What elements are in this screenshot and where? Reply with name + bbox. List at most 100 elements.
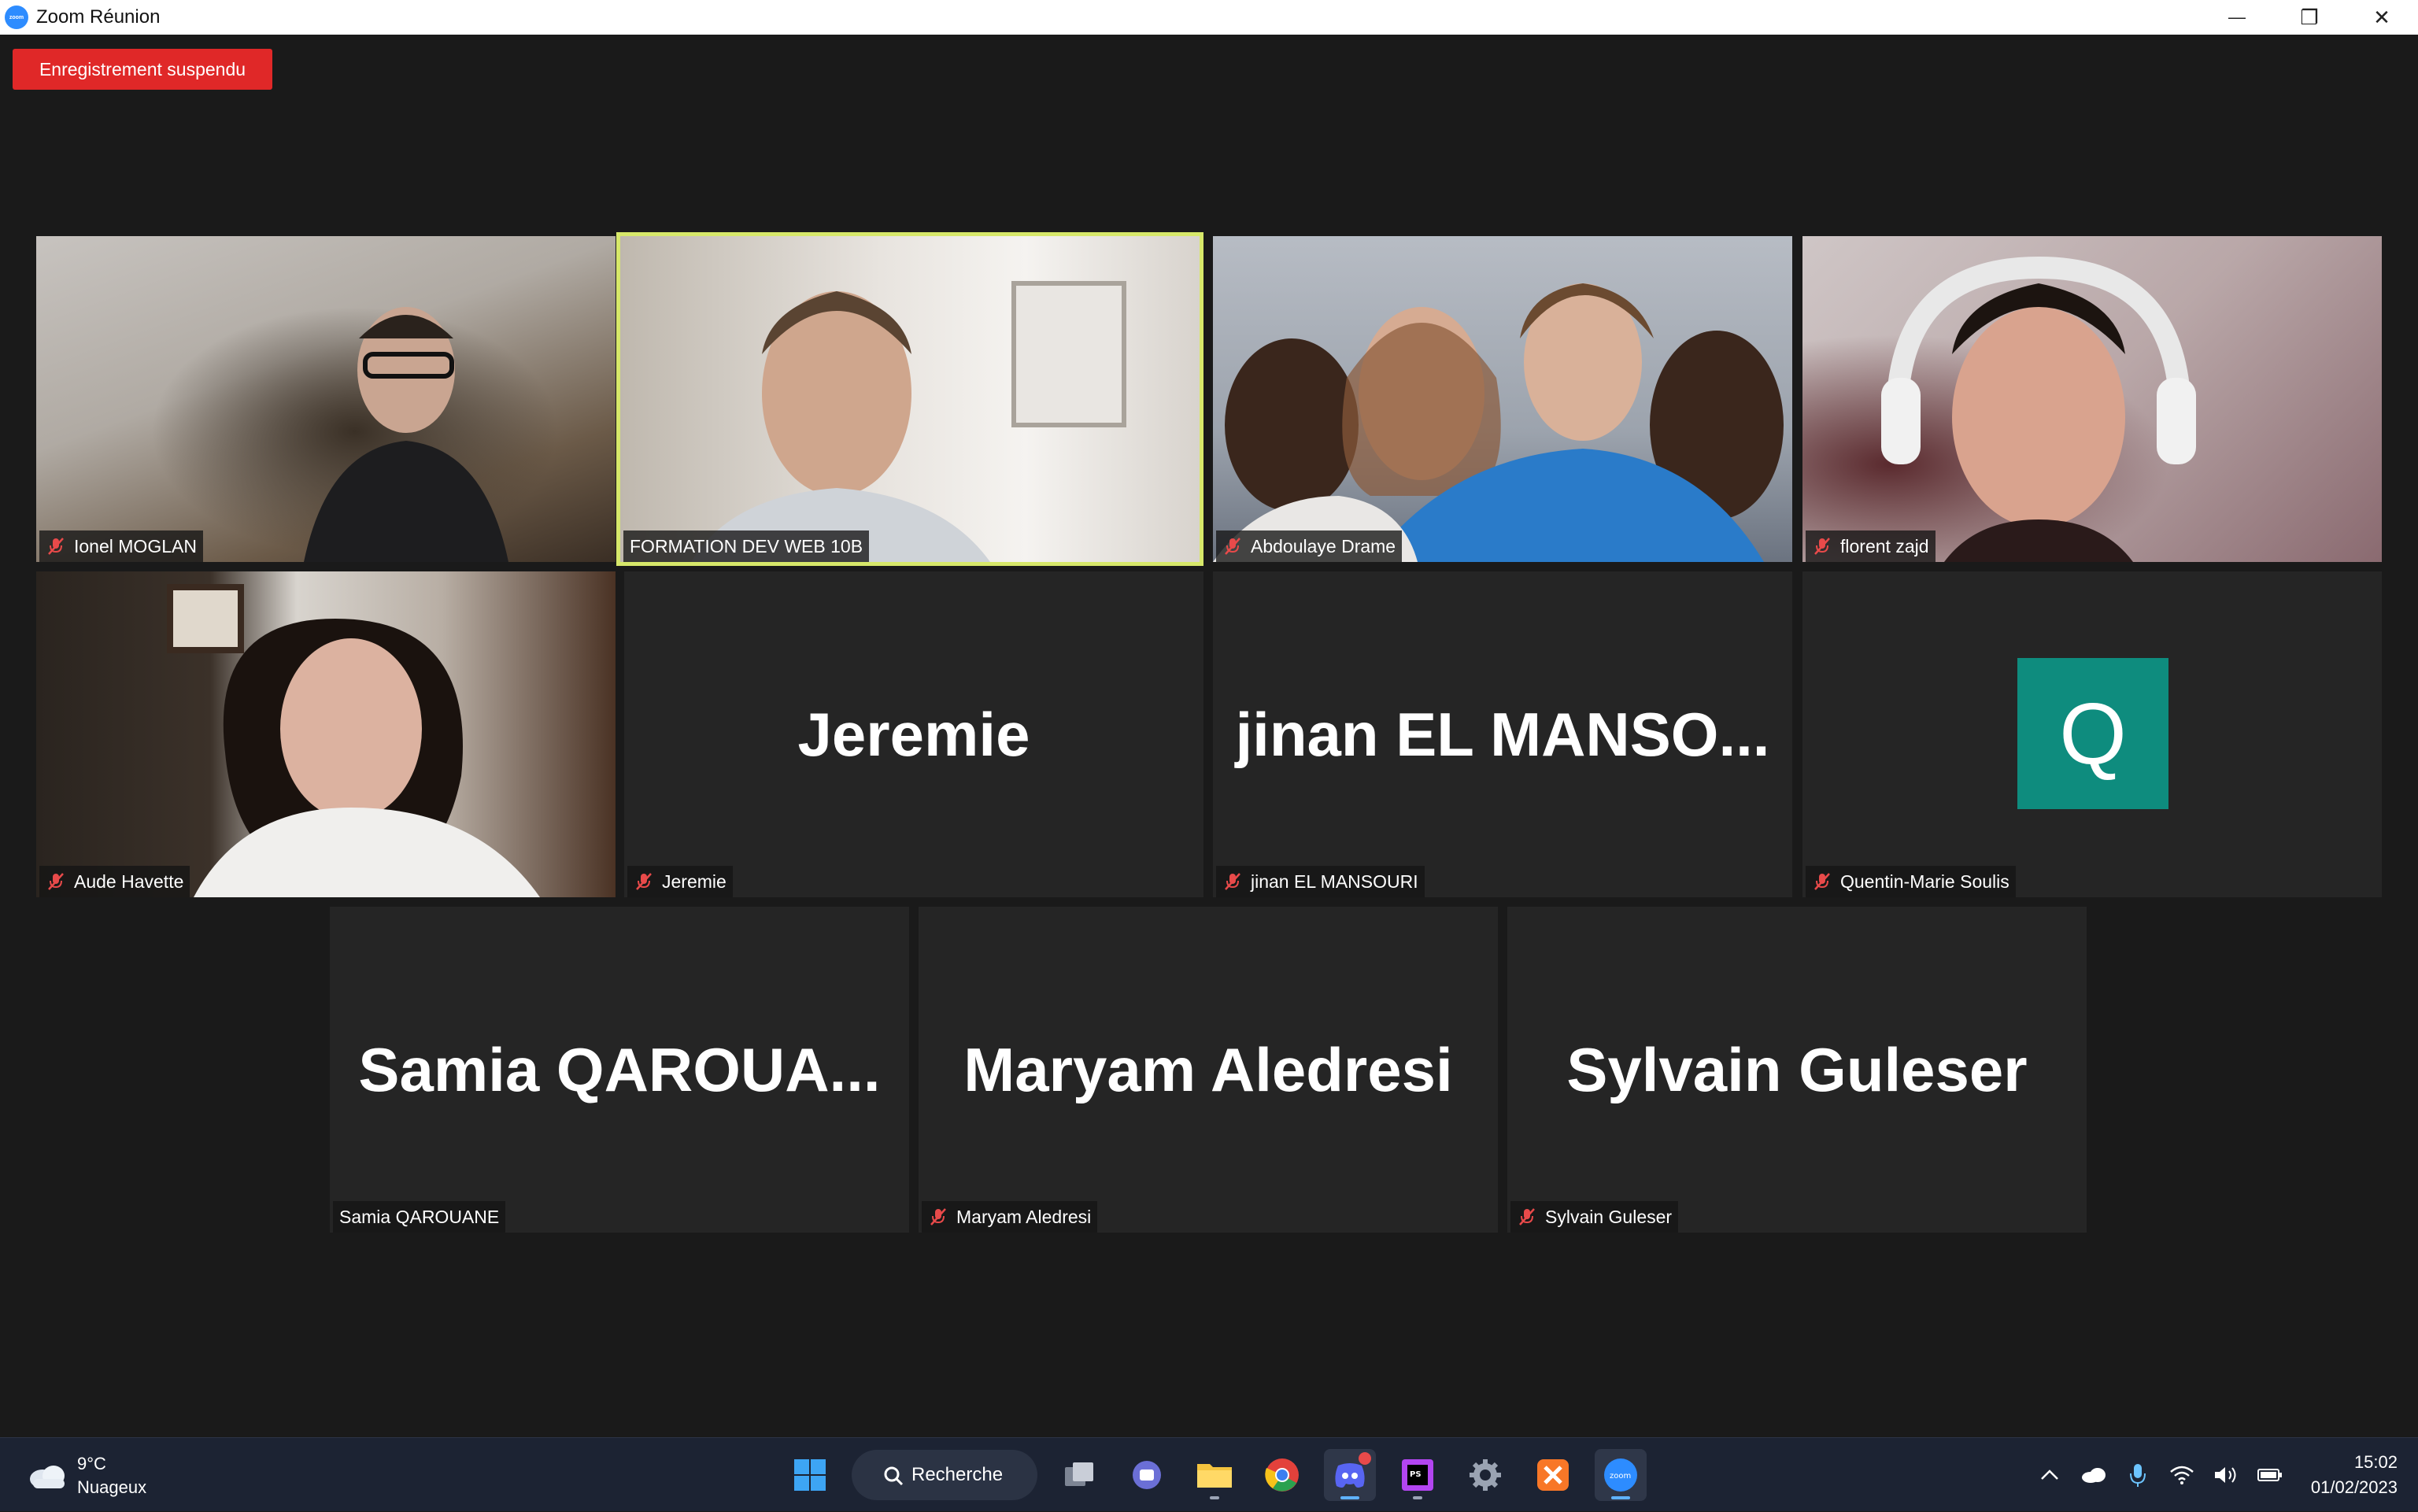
gear-icon [1468,1458,1503,1492]
participant-display-name: Maryam Aledresi [919,907,1498,1233]
participant-name: Abdoulaye Drame [1251,536,1396,557]
participant-name: Maryam Aledresi [956,1207,1091,1228]
participant-tile[interactable]: Samia QAROUA... Samia QAROUANE [330,907,909,1233]
mic-muted-icon [1222,871,1243,892]
teams-chat-button[interactable] [1121,1449,1173,1501]
participant-nametag: Abdoulaye Drame [1216,530,1402,562]
chat-icon [1130,1458,1164,1492]
participant-nametag: Aude Havette [39,866,190,897]
mic-muted-icon [1812,536,1832,556]
mic-muted-icon [1517,1207,1537,1227]
weather-widget[interactable]: 9°C Nuageux [27,1452,146,1499]
participant-nametag: Sylvain Guleser [1510,1201,1678,1233]
window-title: Zoom Réunion [36,6,160,28]
participant-video [36,571,616,897]
participant-name: Ionel MOGLAN [74,536,197,557]
participant-display-name: Samia QAROUA... [330,907,909,1233]
mic-muted-icon [634,871,654,892]
close-button[interactable]: ✕ [2346,0,2418,35]
participant-tile[interactable]: jinan EL MANSO... jinan EL MANSOURI [1213,571,1792,897]
xampp-button[interactable] [1527,1449,1579,1501]
participant-tile[interactable]: Q Quentin-Marie Soulis [1802,571,2382,897]
running-indicator [1340,1496,1359,1499]
participant-name: FORMATION DEV WEB 10B [630,536,863,557]
participant-nametag: Ionel MOGLAN [39,530,203,562]
microphone-icon[interactable] [2116,1453,2160,1497]
participant-name: jinan EL MANSOURI [1251,871,1418,893]
participant-video [1213,236,1792,562]
wifi-icon[interactable] [2160,1453,2204,1497]
participant-nametag: florent zajd [1806,530,1936,562]
clock-time: 15:02 [2311,1450,2398,1475]
mic-muted-icon [928,1207,948,1227]
svg-text:PS: PS [1410,1470,1422,1479]
running-indicator [1210,1496,1219,1499]
participant-nametag: Samia QAROUANE [333,1201,505,1233]
onedrive-cloud-icon[interactable] [2072,1453,2116,1497]
participant-tile[interactable]: Aude Havette [36,571,616,897]
meeting-gallery: Enregistrement suspendu Ionel MOGLAN [0,35,2418,1437]
discord-button[interactable] [1324,1449,1376,1501]
chrome-button[interactable] [1256,1449,1308,1501]
search-label: Recherche [911,1464,1003,1486]
recording-paused-banner[interactable]: Enregistrement suspendu [13,49,272,90]
zoom-taskbar-button[interactable]: zoom [1595,1449,1647,1501]
taskbar-clock[interactable]: 15:02 01/02/2023 [2311,1450,2398,1500]
cloud-icon [27,1462,68,1490]
file-explorer-button[interactable] [1189,1449,1240,1501]
participant-display-name: Sylvain Guleser [1507,907,2087,1233]
phpstorm-button[interactable]: PS [1392,1449,1444,1501]
running-indicator [1413,1496,1422,1499]
participant-tile[interactable]: Sylvain Guleser Sylvain Guleser [1507,907,2087,1233]
restore-button[interactable]: ❐ [2273,0,2346,35]
windows-start-button[interactable] [784,1449,836,1501]
participant-video [620,236,1200,562]
chevron-up-icon[interactable] [2028,1453,2072,1497]
participant-tile[interactable]: florent zajd [1802,236,2382,562]
task-view-icon [1062,1459,1096,1491]
participant-name: Jeremie [662,871,727,893]
mic-muted-icon [46,536,66,556]
task-view-button[interactable] [1053,1449,1105,1501]
participant-nametag: Maryam Aledresi [922,1201,1097,1233]
clock-date: 01/02/2023 [2311,1475,2398,1500]
phpstorm-icon: PS [1400,1458,1435,1492]
participant-nametag: jinan EL MANSOURI [1216,866,1425,897]
windows-taskbar: 9°C Nuageux Recherche PS [0,1437,2418,1511]
windows-logo-icon [793,1458,827,1492]
settings-button[interactable] [1459,1449,1511,1501]
participant-tile-active-speaker[interactable]: FORMATION DEV WEB 10B [620,236,1200,562]
participant-tile[interactable]: Abdoulaye Drame [1213,236,1792,562]
search-icon [883,1466,904,1486]
minimize-button[interactable]: — [2201,0,2273,35]
window-titlebar: zoom Zoom Réunion — ❐ ✕ [0,0,2418,35]
participant-name: florent zajd [1840,536,1929,557]
zoom-icon: zoom [1603,1457,1639,1493]
participant-name: Samia QAROUANE [339,1207,499,1228]
participant-avatar: Q [2017,658,2168,809]
participant-tile[interactable]: Jeremie Jeremie [624,571,1203,897]
participant-nametag: FORMATION DEV WEB 10B [623,530,869,562]
battery-icon[interactable] [2248,1453,2292,1497]
participant-name: Sylvain Guleser [1545,1207,1672,1228]
weather-desc: Nuageux [77,1476,146,1499]
participant-video [1802,236,2382,562]
window-controls: — ❐ ✕ [2201,0,2418,35]
notification-badge [1359,1452,1371,1465]
participant-name: Aude Havette [74,871,183,893]
folder-icon [1196,1459,1233,1491]
mic-muted-icon [1812,871,1832,892]
participant-display-name: jinan EL MANSO... [1213,571,1792,897]
xampp-icon [1536,1458,1570,1492]
participant-tile[interactable]: Ionel MOGLAN [36,236,616,562]
participant-tile[interactable]: Maryam Aledresi Maryam Aledresi [919,907,1498,1233]
taskbar-apps: Recherche PS zoom [776,1449,1655,1501]
taskbar-search[interactable]: Recherche [852,1450,1037,1500]
weather-temp: 9°C [77,1452,146,1476]
system-tray: 15:02 01/02/2023 [2028,1438,2418,1512]
running-indicator [1611,1496,1630,1499]
participant-nametag: Quentin-Marie Soulis [1806,866,2016,897]
volume-icon[interactable] [2204,1453,2248,1497]
participant-display-name: Jeremie [624,571,1203,897]
participant-name: Quentin-Marie Soulis [1840,871,2009,893]
